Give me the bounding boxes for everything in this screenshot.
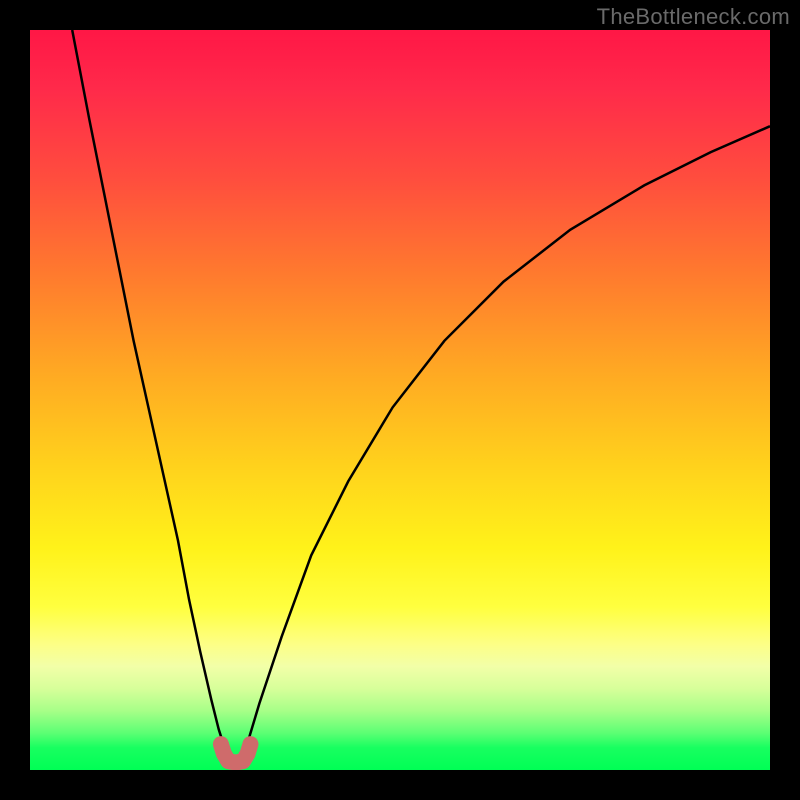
curve-left-branch — [72, 30, 228, 757]
outer-frame: TheBottleneck.com — [0, 0, 800, 800]
chart-svg — [30, 30, 770, 770]
plot-area — [30, 30, 770, 770]
watermark-text: TheBottleneck.com — [597, 4, 790, 30]
curve-right-branch — [243, 126, 770, 757]
valley-bump — [221, 744, 251, 763]
